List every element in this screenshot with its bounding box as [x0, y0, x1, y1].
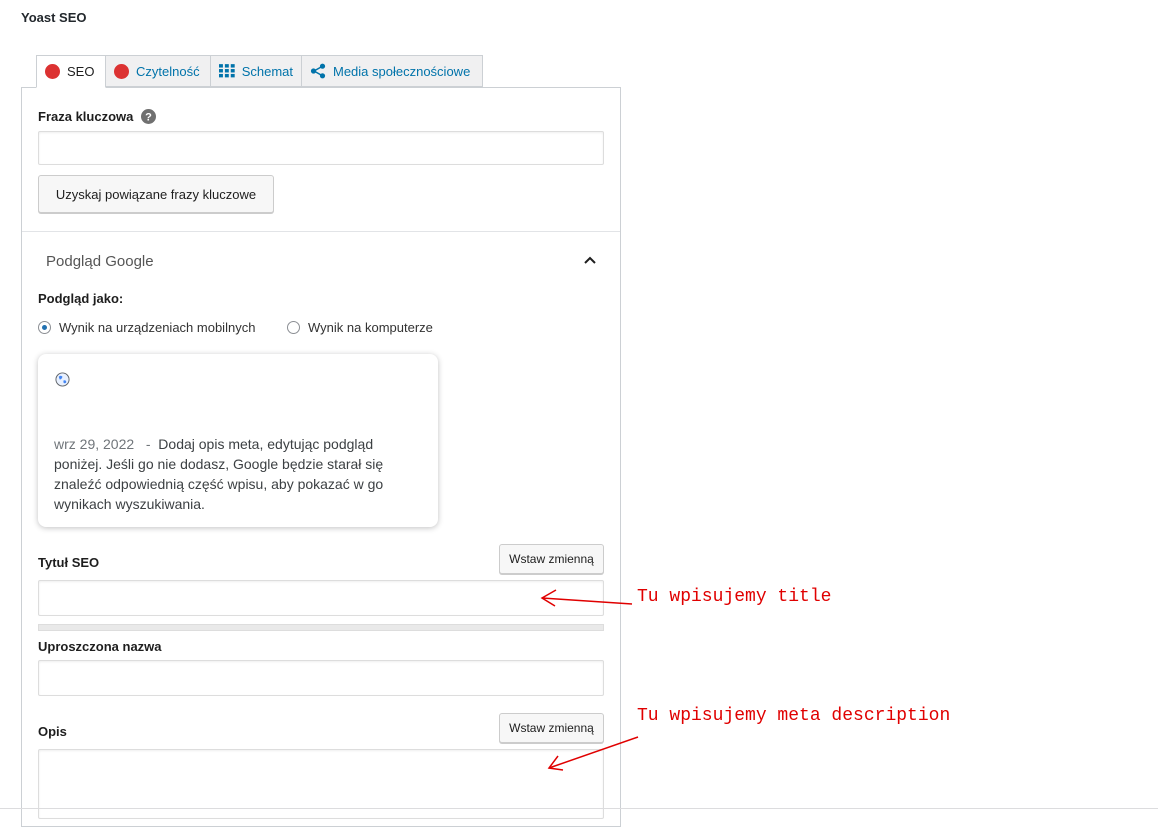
section-divider [22, 231, 620, 232]
seo-title-input[interactable] [38, 580, 604, 616]
google-snippet-preview[interactable]: wrz 29, 2022 - Dodaj opis meta, edytując… [38, 354, 438, 527]
keyphrase-label: Fraza kluczowa [38, 109, 134, 124]
globe-icon [55, 372, 70, 387]
tab-seo-label: SEO [67, 64, 95, 79]
tab-social[interactable]: Media społecznościowe [301, 55, 483, 87]
meta-description-insert-variable-button[interactable]: Wstaw zmienną [499, 713, 604, 743]
title-annotation: Tu wpisujemy title [637, 587, 832, 607]
tab-schema[interactable]: Schemat [210, 55, 302, 87]
slug-label: Uproszczona nazwa [38, 639, 162, 654]
share-icon [310, 63, 326, 79]
snippet-date: wrz 29, 2022 [54, 436, 135, 452]
preview-as-label: Podgląd jako: [38, 291, 124, 306]
seo-score-dot-icon [45, 64, 60, 79]
google-preview-heading[interactable]: Podgląd Google [46, 253, 154, 270]
snippet-description: wrz 29, 2022 - Dodaj opis meta, edytując… [54, 434, 384, 514]
slug-input[interactable] [38, 660, 604, 696]
tab-readability-label: Czytelność [136, 63, 200, 79]
seo-title-progress-bar [38, 624, 604, 631]
tab-seo[interactable]: SEO [36, 55, 106, 88]
tab-social-label: Media społecznościowe [333, 63, 471, 79]
description-annotation: Tu wpisujemy meta description [637, 706, 951, 726]
keyphrase-label-row: Fraza kluczowa ? [38, 109, 157, 124]
radio-mobile-label[interactable]: Wynik na urządzeniach mobilnych [59, 320, 255, 335]
seo-title-insert-variable-button[interactable]: Wstaw zmienną [499, 544, 604, 574]
bottom-divider [0, 808, 1158, 809]
related-keyphrases-button[interactable]: Uzyskaj powiązane frazy kluczowe [38, 175, 274, 213]
radio-mobile[interactable] [38, 321, 51, 334]
radio-mobile-row[interactable]: Wynik na urządzeniach mobilnych [38, 320, 255, 335]
radio-desktop-label[interactable]: Wynik na komputerze [308, 320, 433, 335]
radio-desktop[interactable] [287, 321, 300, 334]
chevron-up-icon[interactable] [583, 253, 597, 267]
help-icon[interactable]: ? [141, 109, 157, 124]
grid-icon [219, 64, 235, 78]
svg-text:?: ? [146, 112, 153, 124]
keyphrase-input[interactable] [38, 131, 604, 165]
readability-score-dot-icon [114, 63, 129, 79]
meta-description-label: Opis [38, 724, 67, 739]
panel-title: Yoast SEO [21, 10, 87, 25]
seo-title-label: Tytuł SEO [38, 555, 100, 570]
tab-schema-label: Schemat [241, 63, 293, 79]
radio-desktop-row[interactable]: Wynik na komputerze [287, 320, 433, 335]
tab-readability[interactable]: Czytelność [105, 55, 211, 87]
